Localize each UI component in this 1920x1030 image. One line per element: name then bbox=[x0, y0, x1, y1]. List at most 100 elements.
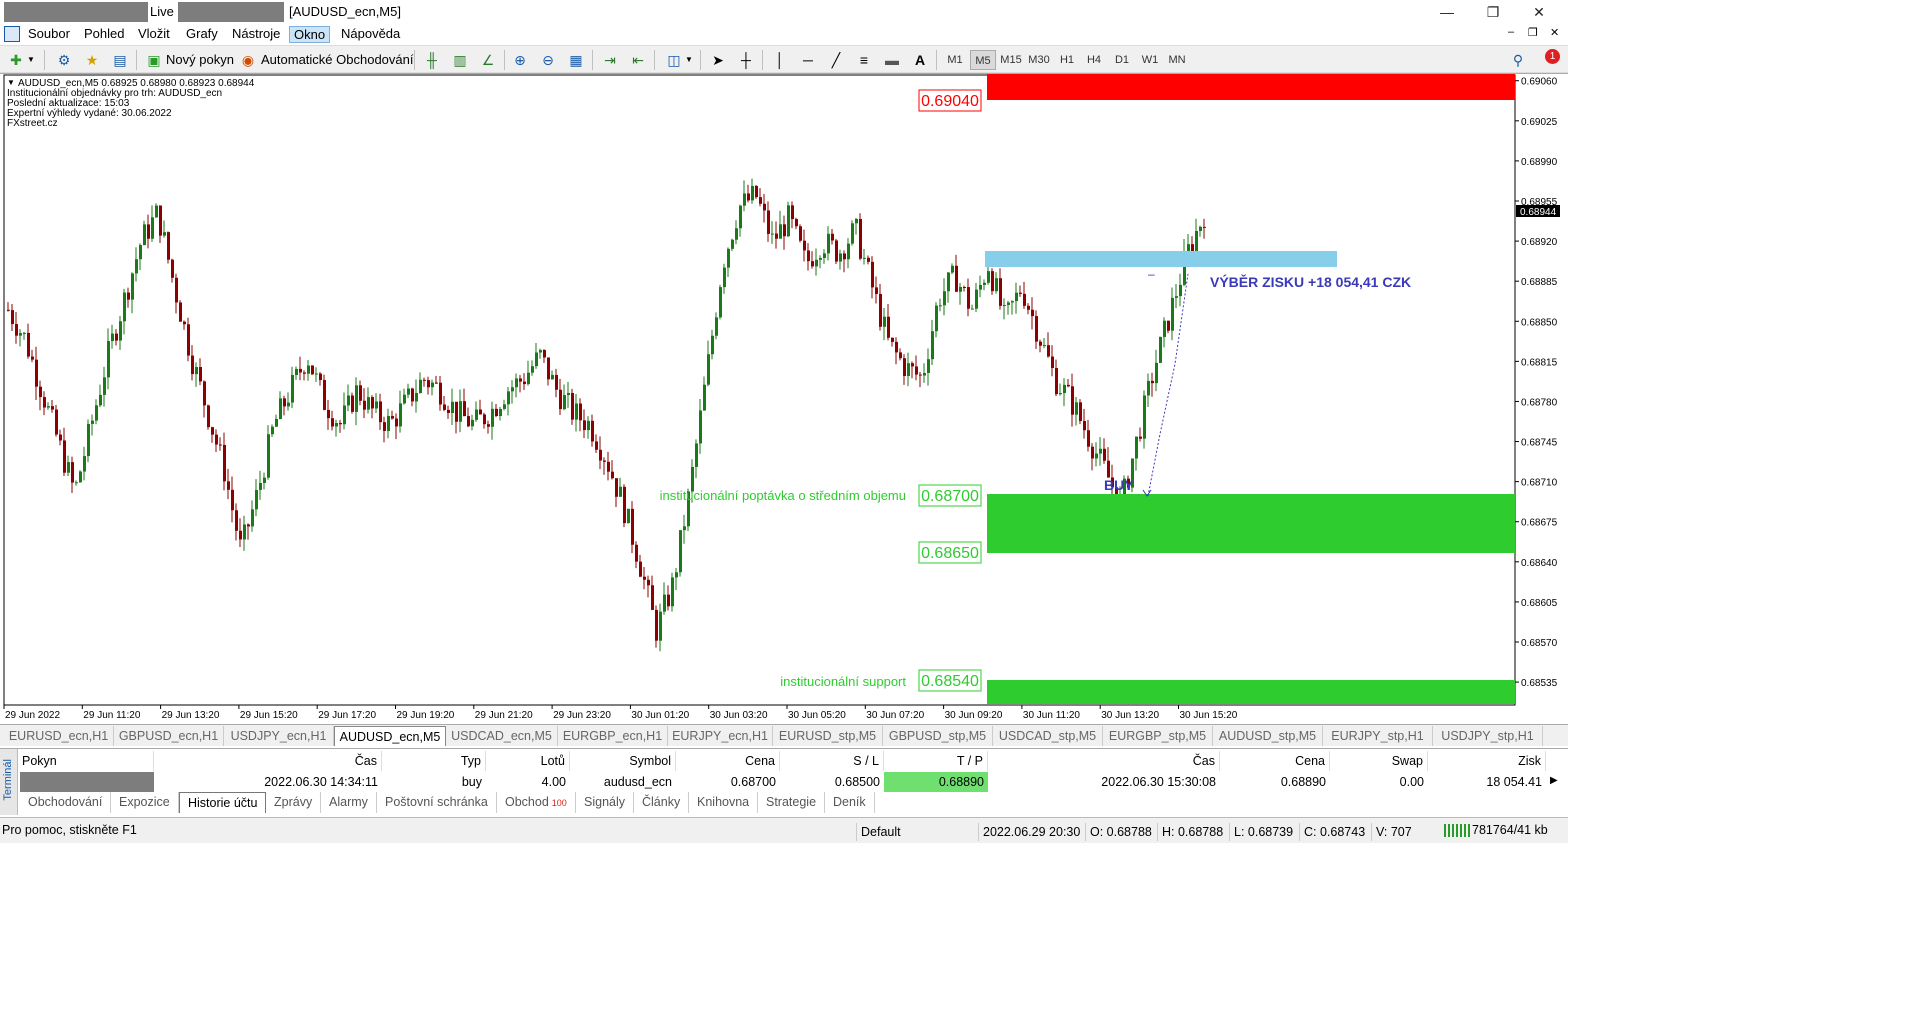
symbol-tab[interactable]: AUDUSD_ecn,M5 bbox=[334, 726, 446, 746]
close-button[interactable]: ✕ bbox=[1516, 0, 1562, 24]
tf-h4[interactable]: H4 bbox=[1081, 50, 1107, 70]
terminal-header-8[interactable]: Čas bbox=[988, 751, 1220, 771]
menu-soubor[interactable]: Soubor bbox=[24, 26, 74, 43]
terminal-tab[interactable]: Deník bbox=[825, 792, 875, 813]
symbol-tab[interactable]: EURGBP_ecn,H1 bbox=[558, 726, 668, 746]
symbol-tab[interactable]: EURJPY_stp,H1 bbox=[1323, 726, 1433, 746]
auto-trading-button[interactable]: Automatické Obchodování bbox=[261, 49, 413, 71]
tf-w1[interactable]: W1 bbox=[1137, 50, 1163, 70]
terminal-tab[interactable]: Obchodování bbox=[20, 792, 112, 813]
candle-body bbox=[95, 405, 98, 421]
symbol-tab[interactable]: AUDUSD_stp,M5 bbox=[1213, 726, 1323, 746]
menu-okno[interactable]: Okno bbox=[289, 26, 331, 43]
new-order-button[interactable]: Nový pokyn bbox=[166, 49, 234, 71]
chart-shift-icon[interactable]: ⇤ bbox=[628, 50, 648, 70]
tf-m5[interactable]: M5 bbox=[970, 50, 996, 70]
candle-body bbox=[755, 185, 758, 198]
chart-window[interactable]: 0.69040 – VÝBĚR ZISKU +18 054,41 CZK ins… bbox=[0, 73, 1568, 723]
profiles-icon[interactable]: ⚙ bbox=[54, 50, 74, 70]
terminal-tab[interactable]: Alarmy bbox=[321, 792, 377, 813]
candle-body bbox=[131, 273, 134, 300]
time-tick-label: 30 Jun 09:20 bbox=[945, 710, 1003, 721]
auto-trading-icon[interactable]: ◉ bbox=[238, 50, 258, 70]
indicators-dropdown-icon[interactable]: ▼ bbox=[684, 50, 694, 70]
restore-button[interactable]: ❐ bbox=[1470, 0, 1516, 24]
zoom-in-icon[interactable]: ⊕ bbox=[510, 50, 530, 70]
chart-menu-icon[interactable]: ▼ bbox=[7, 78, 15, 87]
tf-mn[interactable]: MN bbox=[1164, 50, 1190, 70]
navigator-icon[interactable]: ▤ bbox=[110, 50, 130, 70]
symbol-tab[interactable]: GBPUSD_stp,M5 bbox=[883, 726, 993, 746]
new-order-icon[interactable]: ▣ bbox=[144, 50, 164, 70]
bar-chart-icon[interactable]: ╫ bbox=[422, 50, 442, 70]
mdi-restore-icon[interactable]: ❐ bbox=[1528, 26, 1538, 39]
symbol-tab[interactable]: USDJPY_stp,H1 bbox=[1433, 726, 1543, 746]
new-chart-icon[interactable]: ✚ bbox=[6, 50, 26, 70]
horizontal-line-icon[interactable]: ─ bbox=[798, 50, 818, 70]
candle-body bbox=[107, 341, 110, 378]
terminal-tab[interactable]: Historie účtu bbox=[179, 792, 267, 813]
terminal-header-3[interactable]: Lotů bbox=[486, 751, 570, 771]
menu-napoveda[interactable]: Nápověda bbox=[337, 26, 404, 43]
terminal-header-4[interactable]: Symbol bbox=[570, 751, 676, 771]
terminal-tab[interactable]: Strategie bbox=[758, 792, 826, 813]
terminal-side[interactable]: Terminál bbox=[0, 749, 18, 815]
tf-m30[interactable]: M30 bbox=[1026, 50, 1052, 70]
menu-grafy[interactable]: Grafy bbox=[182, 26, 222, 43]
crosshair-icon[interactable]: ┼ bbox=[736, 50, 756, 70]
favorites-icon[interactable]: ★ bbox=[82, 50, 102, 70]
symbol-tab[interactable]: GBPUSD_ecn,H1 bbox=[114, 726, 224, 746]
dropdown-arrow-icon[interactable]: ▼ bbox=[26, 50, 36, 70]
indicators-icon[interactable]: ◫ bbox=[664, 50, 684, 70]
scroll-right-icon[interactable]: ▶ bbox=[1550, 775, 1558, 786]
menu-nastroje[interactable]: Nástroje bbox=[228, 26, 284, 43]
tf-d1[interactable]: D1 bbox=[1109, 50, 1135, 70]
terminal-header-11[interactable]: Zisk bbox=[1428, 751, 1546, 771]
terminal-header-10[interactable]: Swap bbox=[1330, 751, 1428, 771]
terminal-tab[interactable]: Poštovní schránka bbox=[377, 792, 497, 813]
menu-pohled[interactable]: Pohled bbox=[80, 26, 128, 43]
terminal-tab[interactable]: Signály bbox=[576, 792, 634, 813]
terminal-tab[interactable]: Obchod 100 bbox=[497, 792, 576, 813]
price-chart[interactable]: 0.69040 – VÝBĚR ZISKU +18 054,41 CZK ins… bbox=[0, 74, 1568, 724]
terminal-tab[interactable]: Knihovna bbox=[689, 792, 759, 813]
zoom-out-icon[interactable]: ⊖ bbox=[538, 50, 558, 70]
rectangle-icon[interactable]: ▬ bbox=[882, 50, 902, 70]
autoscroll-icon[interactable]: ⇥ bbox=[600, 50, 620, 70]
text-tool-icon[interactable]: A bbox=[910, 50, 930, 70]
cursor-icon[interactable]: ➤ bbox=[708, 50, 728, 70]
tf-h1[interactable]: H1 bbox=[1054, 50, 1080, 70]
terminal-header-9[interactable]: Cena bbox=[1220, 751, 1330, 771]
terminal-header-2[interactable]: Typ bbox=[382, 751, 486, 771]
terminal-tab[interactable]: Expozice bbox=[111, 792, 179, 813]
line-chart-icon[interactable]: ∠ bbox=[478, 50, 498, 70]
tile-windows-icon[interactable]: ▦ bbox=[566, 50, 586, 70]
terminal-tab[interactable]: Články bbox=[634, 792, 690, 813]
terminal-header-6[interactable]: S / L bbox=[780, 751, 884, 771]
notification-badge[interactable]: 1 bbox=[1545, 49, 1560, 64]
terminal-header-1[interactable]: Čas bbox=[154, 751, 382, 771]
symbol-tab[interactable]: USDCAD_ecn,M5 bbox=[446, 726, 558, 746]
symbol-tab[interactable]: EURUSD_ecn,H1 bbox=[4, 726, 114, 746]
candle-body bbox=[811, 261, 814, 267]
tf-m1[interactable]: M1 bbox=[942, 50, 968, 70]
channel-icon[interactable]: ≡ bbox=[854, 50, 874, 70]
terminal-header-7[interactable]: T / P bbox=[884, 751, 988, 771]
symbol-tab[interactable]: EURUSD_stp,M5 bbox=[773, 726, 883, 746]
trendline-icon[interactable]: ╱ bbox=[826, 50, 846, 70]
terminal-header-5[interactable]: Cena bbox=[676, 751, 780, 771]
mdi-close-icon[interactable]: ✕ bbox=[1550, 26, 1559, 39]
mdi-minimize-icon[interactable]: – bbox=[1508, 26, 1514, 38]
symbol-tab[interactable]: EURGBP_stp,M5 bbox=[1103, 726, 1213, 746]
symbol-tab[interactable]: USDCAD_stp,M5 bbox=[993, 726, 1103, 746]
tf-m15[interactable]: M15 bbox=[998, 50, 1024, 70]
menu-vlozit[interactable]: Vložit bbox=[134, 26, 174, 43]
search-icon[interactable]: ⚲ bbox=[1508, 50, 1528, 70]
minimize-button[interactable]: — bbox=[1424, 0, 1470, 24]
terminal-header-0[interactable]: Pokyn bbox=[18, 751, 154, 771]
symbol-tab[interactable]: USDJPY_ecn,H1 bbox=[224, 726, 334, 746]
terminal-tab[interactable]: Zprávy bbox=[266, 792, 322, 813]
vertical-line-icon[interactable]: │ bbox=[770, 50, 790, 70]
candles-icon[interactable]: ▥ bbox=[450, 50, 470, 70]
symbol-tab[interactable]: EURJPY_ecn,H1 bbox=[668, 726, 773, 746]
